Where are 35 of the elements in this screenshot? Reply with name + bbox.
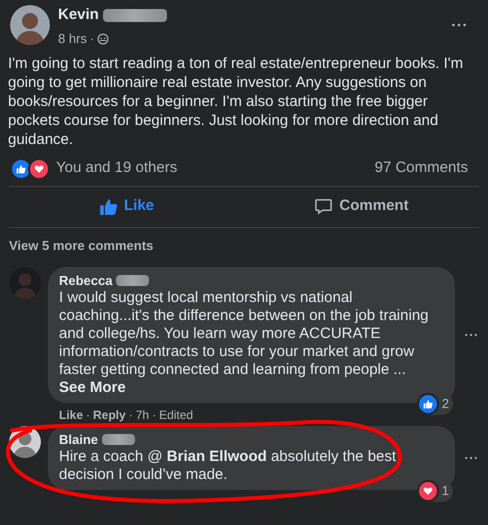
separator-dot: · [152, 406, 156, 424]
reaction-count: 2 [442, 394, 449, 413]
post-text: I'm going to start reading a ton of real estate/entrepreneur books. I'm going to get millionaire real estate investor. Any suggestions on books/resources for a beginner. I'm also starting the free bigger pockets course for beginners. Just looking for more direction and guidance. [7, 54, 464, 148]
heart-glyph-icon [422, 486, 433, 496]
reaction-count: 1 [442, 482, 449, 500]
thumbs-up-glyph-icon [422, 398, 433, 408]
comment-action-link[interactable]: Like [59, 406, 84, 424]
avatar[interactable] [10, 5, 50, 45]
commenter-name[interactable]: Rebecca [59, 272, 112, 288]
avatar[interactable] [9, 426, 41, 458]
post-time[interactable]: 8 hrs [58, 29, 87, 48]
commenter-name[interactable]: Blaine [59, 430, 98, 448]
speech-bubble-icon [314, 197, 334, 216]
like-button[interactable]: Like [9, 186, 244, 226]
more-options-icon[interactable] [452, 23, 466, 27]
comments-count[interactable]: 97 Comments [374, 157, 468, 180]
comment-meta-text: 7h [136, 406, 150, 424]
comment-text: Hire a coach @ Brian Ellwood absolutely the best decision I could’ve made. [59, 448, 398, 484]
separator-dot: · [128, 406, 133, 424]
see-more-link[interactable]: See More [59, 378, 126, 396]
reaction-count-badge[interactable]: 1 [416, 480, 453, 502]
heart-glyph-icon [34, 164, 44, 174]
thumbs-up-icon [98, 197, 118, 216]
comment-meta-text: Edited [159, 406, 194, 424]
author-name[interactable]: Kevin [58, 5, 99, 25]
comment-button[interactable]: Comment [244, 186, 479, 226]
view-more-comments-link[interactable]: View 5 more comments [9, 238, 154, 252]
separator-dot: · [86, 406, 90, 424]
more-options-icon[interactable] [465, 456, 477, 460]
separator-dot: · [90, 30, 94, 48]
more-options-icon[interactable] [465, 332, 477, 336]
reaction-count-badge[interactable]: 2 [416, 392, 453, 414]
thumbs-up-glyph-icon [16, 164, 26, 174]
reactors-text[interactable]: You and 19 others [56, 157, 178, 180]
comment-action-link[interactable]: Reply [93, 406, 126, 424]
